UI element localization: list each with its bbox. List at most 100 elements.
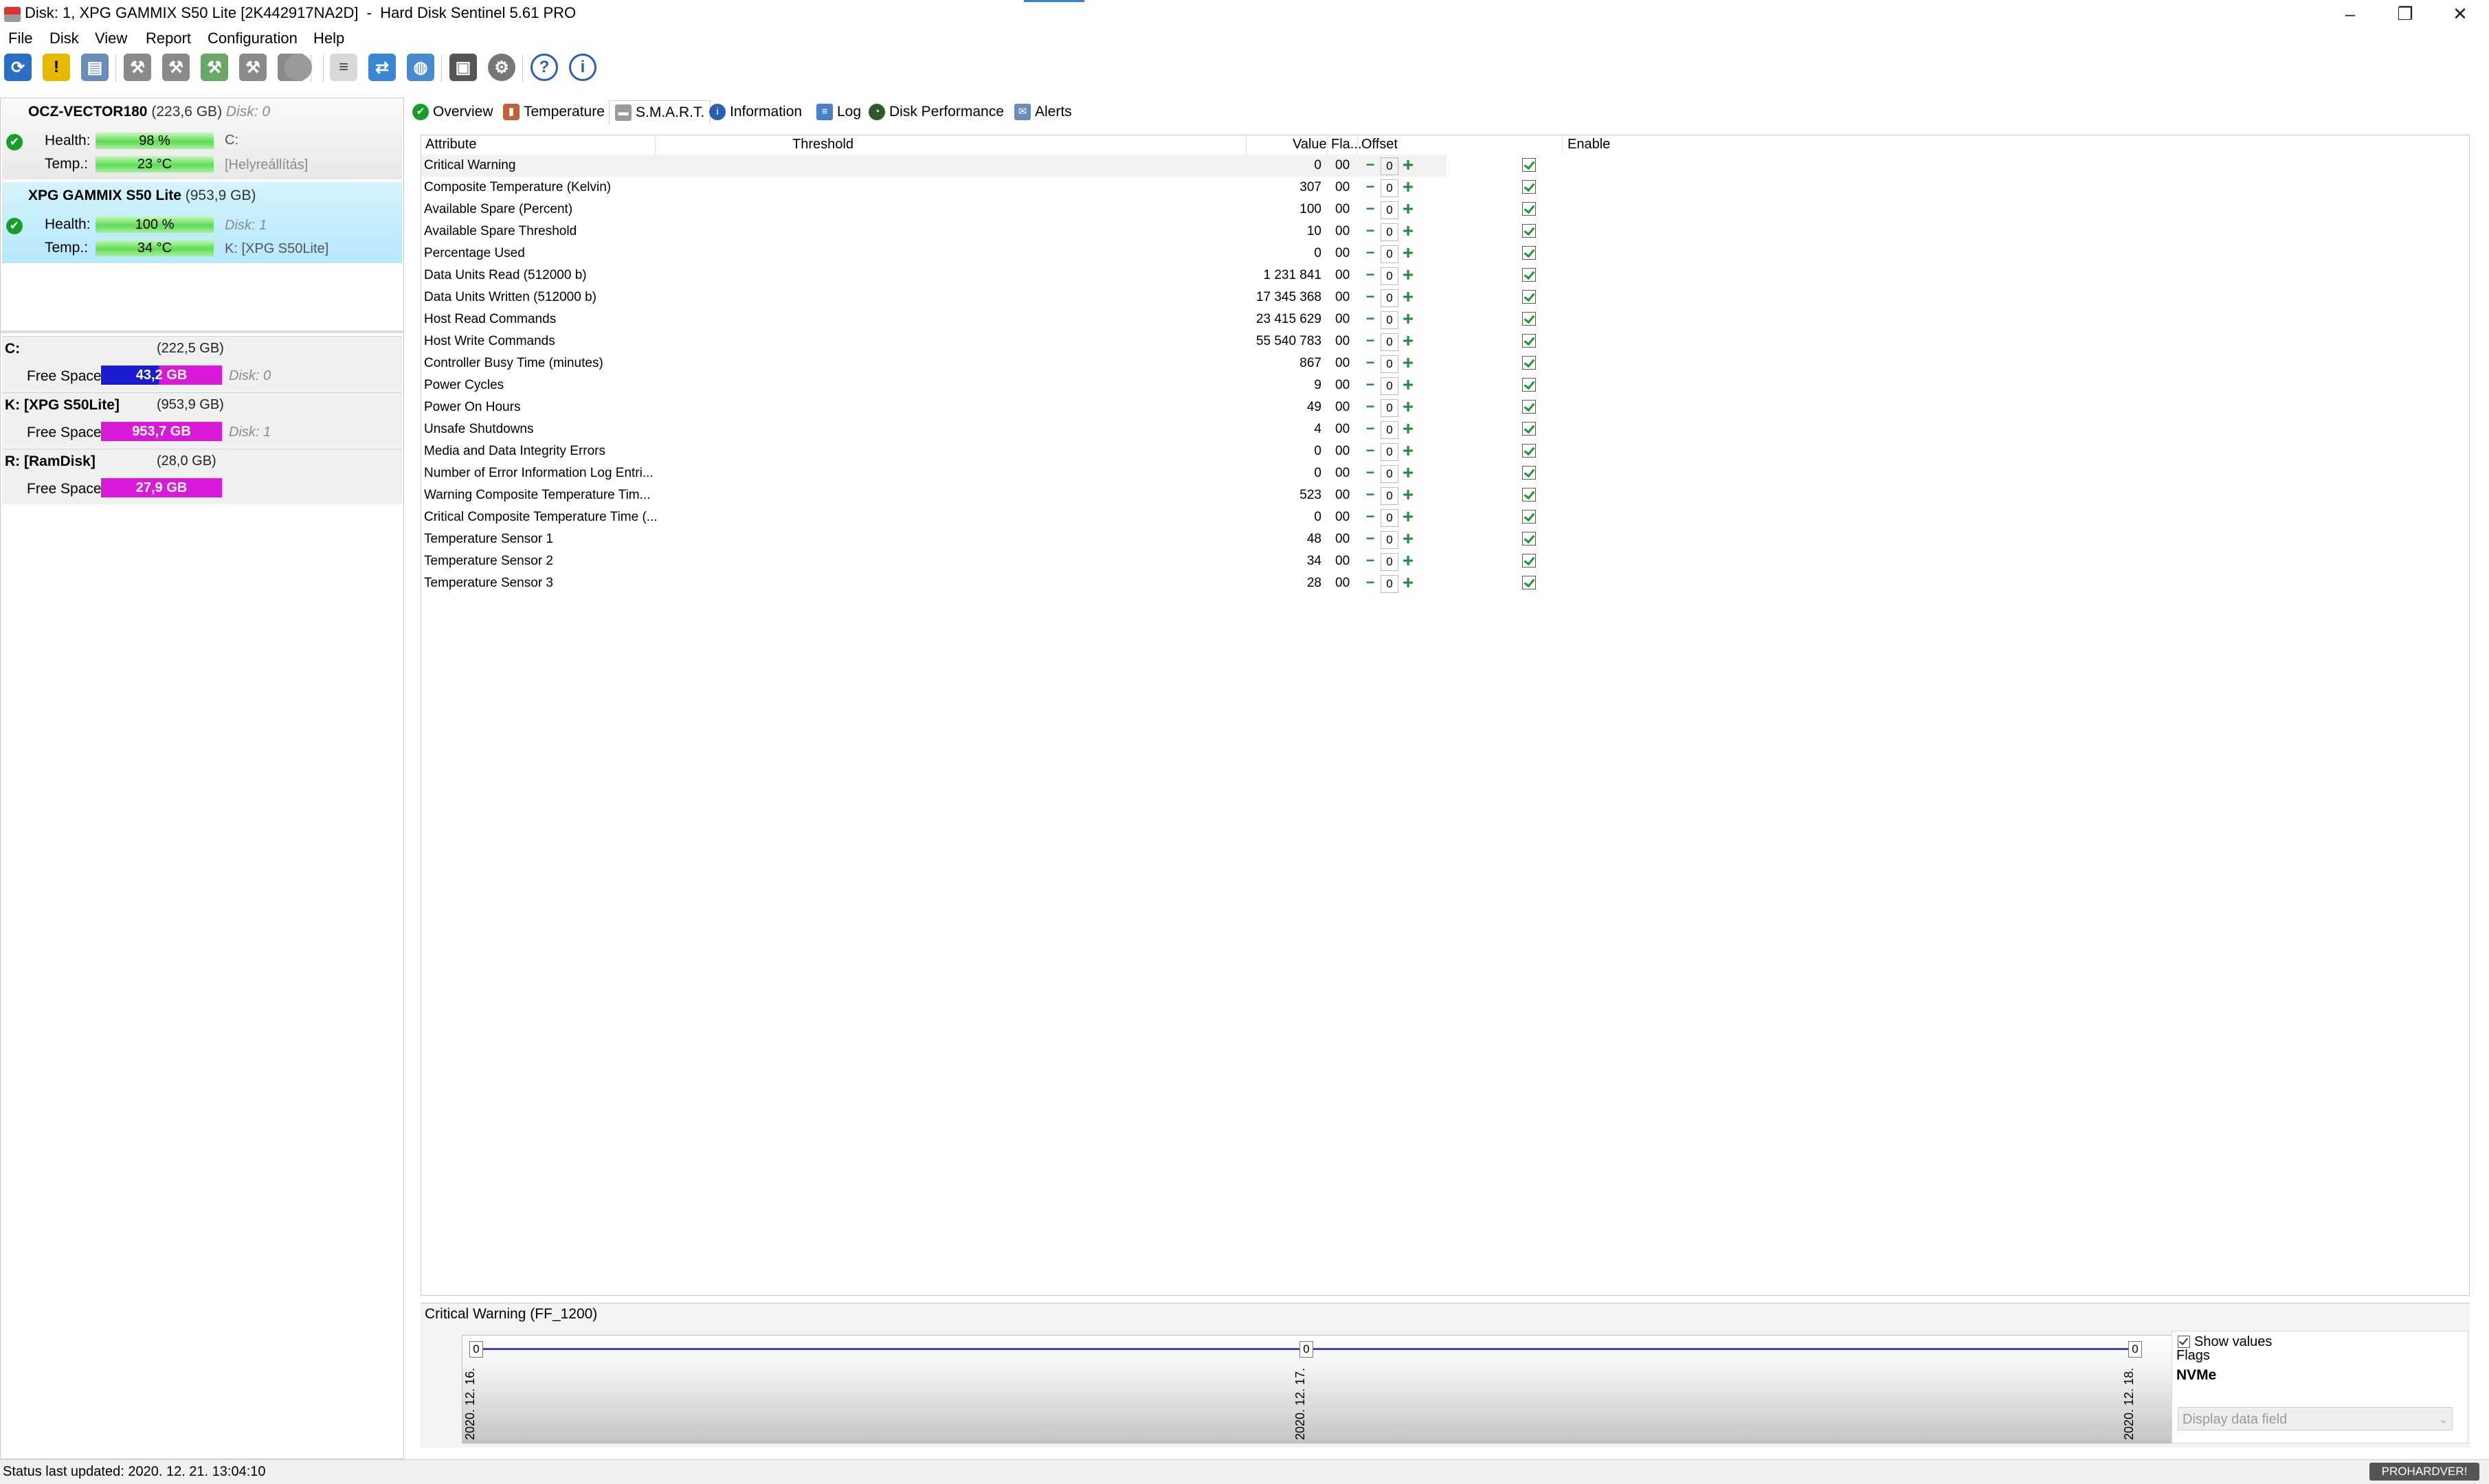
offset-decrease-button[interactable]: − [1363, 377, 1378, 392]
offset-increase-button[interactable]: + [1400, 463, 1416, 482]
menu-file[interactable]: File [8, 29, 32, 48]
offset-decrease-button[interactable]: − [1363, 201, 1378, 216]
offset-decrease-button[interactable]: − [1363, 575, 1378, 590]
offset-value[interactable]: 0 [1381, 245, 1398, 263]
offset-decrease-button[interactable]: − [1363, 531, 1378, 546]
enable-checkbox[interactable] [1522, 202, 1536, 216]
enable-checkbox[interactable] [1522, 180, 1536, 194]
show-values-checkbox[interactable] [2178, 1336, 2190, 1348]
document-icon[interactable]: ≡ [330, 54, 357, 81]
offset-increase-button[interactable]: + [1400, 485, 1416, 504]
circle-icon[interactable] [284, 54, 312, 81]
offset-value[interactable]: 0 [1381, 311, 1398, 329]
tab-overview[interactable]: ✔ Overview [412, 100, 493, 124]
enable-checkbox[interactable] [1522, 466, 1536, 480]
tool-icon[interactable]: ⚒ [124, 54, 151, 81]
menu-configuration[interactable]: Configuration [208, 29, 298, 48]
header-offset[interactable]: Offset [1361, 137, 1398, 153]
volume-entry-c[interactable]: C: (222,5 GB) Free Space 43,2 GB Disk: 0 [2, 336, 402, 392]
globe-icon[interactable]: ◍ [407, 54, 434, 81]
offset-value[interactable]: 0 [1381, 333, 1398, 351]
smart-row[interactable]: Unsafe Shutdowns 4 00−0 + [421, 418, 1536, 440]
offset-value[interactable]: 0 [1381, 487, 1398, 505]
tab-alerts[interactable]: ✉ Alerts [1014, 100, 1072, 124]
enable-checkbox[interactable] [1522, 488, 1536, 502]
smart-row[interactable]: Power On Hours 49 00−0 + [421, 396, 1536, 418]
offset-decrease-button[interactable]: − [1363, 355, 1378, 370]
menu-help[interactable]: Help [313, 29, 344, 48]
smart-row[interactable]: Critical Warning 0 00−0 + [421, 155, 1536, 177]
offset-increase-button[interactable]: + [1400, 155, 1416, 175]
offset-increase-button[interactable]: + [1400, 199, 1416, 218]
offset-decrease-button[interactable]: − [1363, 553, 1378, 568]
minimize-button[interactable]: – [2323, 0, 2378, 30]
smart-row[interactable]: Warning Composite Temperature Tim... 523 0… [421, 484, 1536, 506]
disk-entry-1[interactable]: XPG GAMMIX S50 Lite (953,9 GB) ✔ Health:… [2, 182, 402, 263]
volume-entry-r[interactable]: R: [RamDisk] (28,0 GB) Free Space 27,9 G… [2, 449, 402, 504]
offset-increase-button[interactable]: + [1400, 265, 1416, 284]
offset-increase-button[interactable]: + [1400, 551, 1416, 570]
smart-row[interactable]: Host Read Commands 23 415 629 00−0 + [421, 308, 1536, 330]
enable-checkbox[interactable] [1522, 532, 1536, 546]
info-icon[interactable]: i [569, 54, 596, 81]
offset-value[interactable]: 0 [1381, 553, 1398, 571]
tab-disk-performance[interactable]: ◔ Disk Performance [869, 100, 1004, 124]
offset-value[interactable]: 0 [1381, 465, 1398, 483]
offset-increase-button[interactable]: + [1400, 309, 1416, 328]
offset-decrease-button[interactable]: − [1363, 333, 1378, 348]
offset-value[interactable]: 0 [1381, 531, 1398, 549]
offset-decrease-button[interactable]: − [1363, 421, 1378, 436]
offset-increase-button[interactable]: + [1400, 441, 1416, 460]
offset-value[interactable]: 0 [1381, 443, 1398, 461]
close-button[interactable]: ✕ [2433, 0, 2488, 30]
header-value[interactable]: Value [1293, 137, 1327, 153]
offset-increase-button[interactable]: + [1400, 177, 1416, 196]
restore-button[interactable]: ❐ [2378, 0, 2433, 30]
smart-row[interactable]: Temperature Sensor 2 34 00−0 + [421, 550, 1536, 572]
offset-value[interactable]: 0 [1381, 179, 1398, 197]
offset-increase-button[interactable]: + [1400, 507, 1416, 526]
refresh-icon[interactable]: ⟳ [4, 54, 32, 81]
tab-information[interactable]: i Information [709, 100, 802, 124]
enable-checkbox[interactable] [1522, 334, 1536, 348]
warning-icon[interactable]: ! [43, 54, 70, 81]
offset-increase-button[interactable]: + [1400, 573, 1416, 592]
smart-row[interactable]: Temperature Sensor 1 48 00−0 + [421, 528, 1536, 550]
smart-row[interactable]: Percentage Used 0 00−0 + [421, 243, 1536, 265]
offset-increase-button[interactable]: + [1400, 353, 1416, 372]
offset-decrease-button[interactable]: − [1363, 245, 1378, 260]
offset-value[interactable]: 0 [1381, 399, 1398, 417]
disk-entry-0[interactable]: OCZ-VECTOR180 (223,6 GB) Disk: 0 ✔ Healt… [2, 98, 402, 179]
tool-icon[interactable]: ⚒ [239, 54, 267, 81]
offset-increase-button[interactable]: + [1400, 529, 1416, 548]
offset-decrease-button[interactable]: − [1363, 289, 1378, 304]
smart-row[interactable]: Controller Busy Time (minutes) 867 00−0 + [421, 352, 1536, 374]
smart-row[interactable]: Data Units Written (512000 b) 17 345 368 0… [421, 286, 1536, 308]
offset-decrease-button[interactable]: − [1363, 399, 1378, 414]
gear-icon[interactable]: ⚙ [488, 54, 515, 81]
tab-smart[interactable]: ▬ S.M.A.R.T. [609, 100, 711, 124]
help-icon[interactable]: ? [531, 54, 558, 81]
smart-row[interactable]: Available Spare (Percent) 100 00−0 + [421, 199, 1536, 221]
tab-log[interactable]: ≡ Log [816, 100, 861, 124]
enable-checkbox[interactable] [1522, 290, 1536, 304]
enable-checkbox[interactable] [1522, 224, 1536, 238]
offset-increase-button[interactable]: + [1400, 375, 1416, 394]
offset-decrease-button[interactable]: − [1363, 465, 1378, 480]
display-data-field-select[interactable]: Display data field [2178, 1407, 2453, 1430]
offset-decrease-button[interactable]: − [1363, 311, 1378, 326]
enable-checkbox[interactable] [1522, 554, 1536, 567]
smart-row[interactable]: Power Cycles 9 00−0 + [421, 374, 1536, 396]
enable-checkbox[interactable] [1522, 444, 1536, 458]
smart-row[interactable]: Composite Temperature (Kelvin) 307 00−0 + [421, 177, 1536, 199]
offset-decrease-button[interactable]: − [1363, 509, 1378, 524]
smart-row[interactable]: Media and Data Integrity Errors 0 00−0 + [421, 440, 1536, 462]
enable-checkbox[interactable] [1522, 246, 1536, 260]
enable-checkbox[interactable] [1522, 378, 1536, 392]
tab-temperature[interactable]: ▮ Temperature [503, 100, 605, 124]
menu-report[interactable]: Report [146, 29, 191, 48]
offset-value[interactable]: 0 [1381, 575, 1398, 593]
offset-increase-button[interactable]: + [1400, 419, 1416, 438]
enable-checkbox[interactable] [1522, 576, 1536, 589]
smart-row[interactable]: Number of Error Information Log Entri...… [421, 462, 1536, 484]
